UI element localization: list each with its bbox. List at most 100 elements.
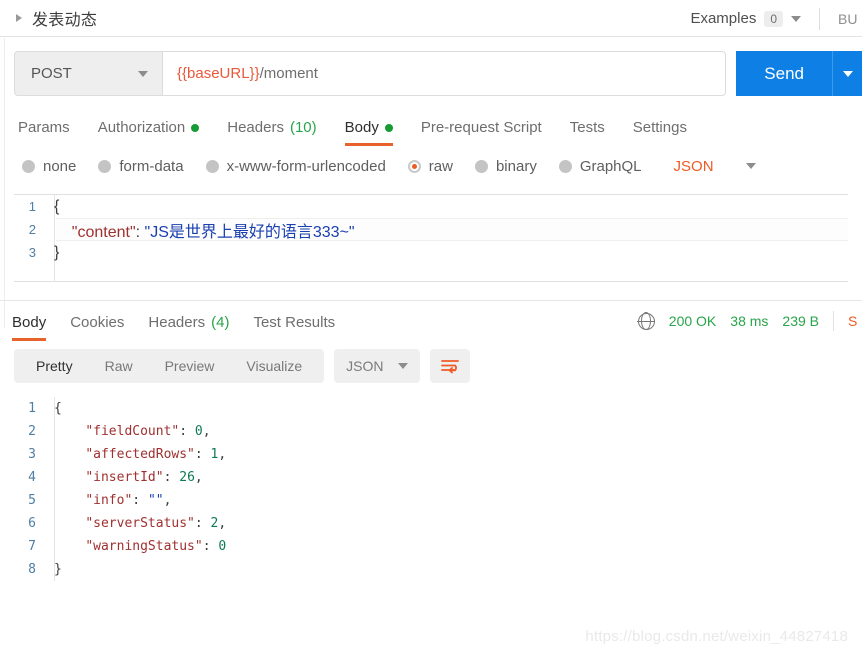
response-toolbar: Pretty Raw Preview Visualize JSON <box>0 349 862 383</box>
json-key: "content" <box>71 223 136 241</box>
send-options-button[interactable] <box>832 51 862 96</box>
code-text: "content": "JS是世界上最好的语言333~" <box>50 218 355 242</box>
tab-pre-request-script[interactable]: Pre-request Script <box>421 119 542 146</box>
tab-authorization[interactable]: Authorization <box>98 119 200 146</box>
body-type-x-www-form-urlencoded[interactable]: x-www-form-urlencoded <box>205 158 386 175</box>
title-bar-right-controls: Examples 0 BU <box>690 0 862 37</box>
collapse-triangle-icon[interactable] <box>16 14 22 22</box>
code-text: "affectedRows": 1, <box>50 447 226 462</box>
examples-label[interactable]: Examples <box>690 10 756 27</box>
page-title: 发表动态 <box>32 12 98 29</box>
json-string-value: "JS是世界上最好的语言333~" <box>144 223 355 241</box>
radio-icon <box>474 159 488 173</box>
tab-label: Body <box>344 119 379 136</box>
tab-label: Authorization <box>97 119 186 136</box>
tab-settings[interactable]: Settings <box>633 119 687 146</box>
response-body-editor[interactable]: 1 { 2 "fieldCount": 0, 3 "affectedRows":… <box>14 397 848 581</box>
tab-body[interactable]: Body <box>344 119 393 146</box>
code-line: 1 { <box>14 397 848 420</box>
json-number-value: 0 <box>194 424 203 439</box>
json-key: "affectedRows" <box>85 447 195 462</box>
send-button[interactable]: Send <box>736 51 832 96</box>
view-preview[interactable]: Preview <box>149 358 231 374</box>
body-type-raw[interactable]: raw <box>407 157 453 175</box>
code-text: } <box>54 562 62 577</box>
code-line: 4 "insertId": 26, <box>14 466 848 489</box>
radio-icon <box>22 159 35 173</box>
raw-format-select[interactable]: JSON <box>674 158 714 175</box>
line-number: 3 <box>28 245 36 260</box>
word-wrap-icon <box>440 360 459 374</box>
send-chevron-down-icon <box>842 70 853 77</box>
tab-label: Headers <box>227 119 284 136</box>
response-size: 239 B <box>782 313 819 329</box>
line-number: 6 <box>28 516 36 531</box>
url-variable-token: {{baseURL}} <box>177 65 260 82</box>
code-text: "serverStatus": 2, <box>50 516 226 531</box>
json-comma: , <box>202 424 211 439</box>
left-panel-edge <box>4 38 5 328</box>
examples-chevron-down-icon[interactable] <box>791 15 801 22</box>
method-select[interactable]: POST <box>14 51 162 96</box>
examples-count-badge: 0 <box>764 10 783 27</box>
view-raw[interactable]: Raw <box>89 358 149 374</box>
response-time: 38 ms <box>730 313 769 329</box>
body-type-graphql[interactable]: GraphQL <box>558 158 642 175</box>
radio-icon <box>558 159 572 173</box>
json-comma: , <box>218 516 227 531</box>
json-number-value: 0 <box>218 539 227 554</box>
body-type-radio-group: none form-data x-www-form-urlencoded raw… <box>0 146 862 186</box>
view-visualize[interactable]: Visualize <box>230 358 318 374</box>
response-format-select[interactable]: JSON <box>334 349 420 383</box>
line-number: 1 <box>28 401 36 416</box>
response-tab-cookies[interactable]: Cookies <box>70 314 124 341</box>
line-number: 3 <box>28 447 36 462</box>
response-tab-headers[interactable]: Headers (4) <box>148 314 229 341</box>
code-text: "fieldCount": 0, <box>50 424 211 439</box>
response-tabs: Body Cookies Headers (4) Test Results <box>12 301 335 341</box>
body-type-none[interactable]: none <box>22 158 76 175</box>
watermark: https://blog.csdn.net/weixin_44827418 <box>585 628 848 645</box>
tab-label: Pre-request Script <box>420 119 542 136</box>
globe-icon[interactable] <box>637 312 656 330</box>
body-type-binary[interactable]: binary <box>474 158 537 175</box>
json-number-value: 26 <box>179 470 195 485</box>
build-label[interactable]: BU <box>838 11 860 27</box>
tab-params[interactable]: Params <box>18 119 70 146</box>
word-wrap-button[interactable] <box>429 349 470 383</box>
json-key: "fieldCount" <box>85 424 180 439</box>
response-tab-test-results[interactable]: Test Results <box>253 314 335 341</box>
code-text: "warningStatus": 0 <box>50 539 226 554</box>
radio-label: form-data <box>119 157 184 175</box>
response-meta-divider <box>833 311 834 331</box>
tab-label: Headers <box>148 314 206 331</box>
line-number: 1 <box>28 199 36 214</box>
send-button-group: Send <box>736 51 862 96</box>
tab-tests[interactable]: Tests <box>570 119 605 146</box>
json-colon: : <box>194 447 211 462</box>
tab-label: Test Results <box>253 314 336 331</box>
tab-headers[interactable]: Headers (10) <box>227 119 316 146</box>
line-number: 4 <box>28 470 36 485</box>
radio-label: raw <box>428 157 453 175</box>
raw-format-chevron-down-icon[interactable] <box>745 163 756 169</box>
request-body-editor[interactable]: 1 { 2 "content": "JS是世界上最好的语言333~" 3 } <box>14 194 848 282</box>
tab-label: Tests <box>569 119 605 136</box>
code-text: "insertId": 26, <box>50 470 203 485</box>
line-number: 7 <box>28 539 36 554</box>
json-comma: , <box>194 470 203 485</box>
line-number: 8 <box>28 562 36 577</box>
body-type-form-data[interactable]: form-data <box>98 157 184 175</box>
response-tab-body[interactable]: Body <box>12 314 47 341</box>
save-response-button[interactable]: Save Response <box>848 313 858 329</box>
json-colon: : <box>179 424 195 439</box>
radio-icon <box>98 159 112 173</box>
view-pretty[interactable]: Pretty <box>20 358 89 374</box>
headers-count-badge: (10) <box>289 119 317 136</box>
radio-selected-icon <box>407 159 421 173</box>
url-input[interactable]: {{baseURL}}/moment <box>162 51 727 96</box>
